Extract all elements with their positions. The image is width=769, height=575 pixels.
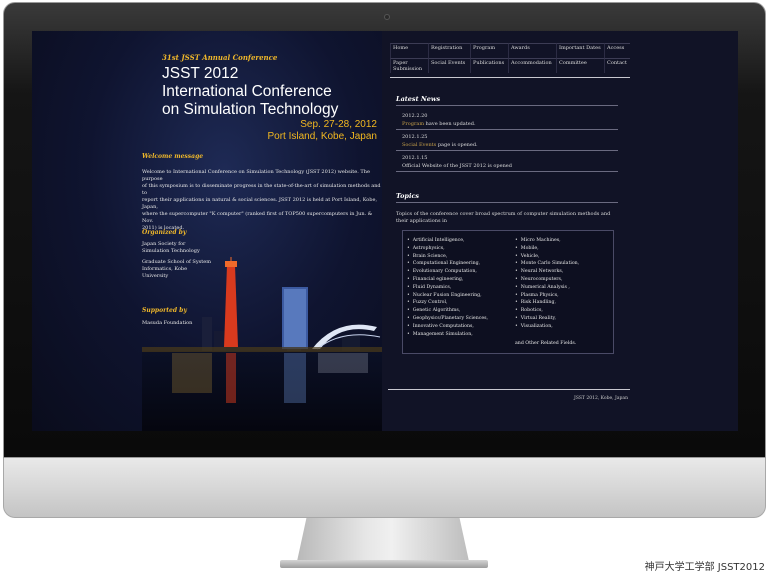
news-divider	[396, 129, 618, 130]
topic-item: Risk Handling,	[515, 299, 579, 307]
welcome-line: where the supercomputer "K computer" (ra…	[142, 211, 373, 224]
news-divider	[396, 105, 618, 106]
annual-label: 31st JSST Annual Conference	[162, 53, 278, 62]
nav-access[interactable]: Access	[604, 43, 630, 58]
topic-item: Brain Science,	[407, 253, 488, 261]
topic-item: Numerical Analysis ,	[515, 284, 579, 292]
topic-item: Monte Carlo Simulation,	[515, 260, 579, 268]
topic-item: Astrophysics,	[407, 245, 488, 253]
news-divider	[396, 150, 618, 151]
welcome-line: Welcome to International Conference on S…	[142, 169, 370, 182]
welcome-line: of this symposium is to disseminate prog…	[142, 183, 381, 196]
camera-icon	[384, 14, 390, 20]
nav-important-dates[interactable]: Important Dates	[556, 43, 604, 58]
monitor-stand-base	[280, 560, 488, 568]
footer-divider	[388, 389, 630, 390]
conference-date: Sep. 27-28, 2012	[300, 119, 377, 130]
nav-divider	[390, 77, 630, 78]
topics-list: Artificial Intelligence, Astrophysics, B…	[402, 230, 614, 354]
topic-item: Geophysics/Planetary Sciences,	[407, 315, 488, 323]
topic-item: Nuclear Fusion Engineering,	[407, 292, 488, 300]
conference-title: JSST 2012 International Conference on Si…	[162, 65, 377, 119]
main-nav: Home Registration Program Awards Importa…	[390, 43, 630, 73]
news-item: Official Website of the JSST 2012 is ope…	[402, 163, 512, 169]
monitor-stand	[296, 518, 470, 566]
nav-contact[interactable]: Contact	[604, 58, 630, 73]
hero-panel: 31st JSST Annual Conference JSST 2012 In…	[32, 31, 382, 431]
nav-accommodation[interactable]: Accommodation	[508, 58, 556, 73]
news-date: 2012.1.25	[402, 134, 428, 140]
topic-item: Genetic Algorithms,	[407, 307, 488, 315]
topic-item: Management Simulation,	[407, 331, 488, 339]
welcome-heading: Welcome message	[142, 153, 204, 160]
topic-item: Fluid Dynamics,	[407, 284, 488, 292]
topic-item: Computational Engineering,	[407, 260, 488, 268]
news-date: 2012.2.20	[402, 113, 428, 119]
title-line: JSST 2012	[162, 65, 239, 82]
topics-intro: Topics of the conference cover broad spe…	[396, 211, 611, 224]
website-screen: 31st JSST Annual Conference JSST 2012 In…	[32, 31, 738, 431]
topic-item: Neural Networks,	[515, 268, 579, 276]
kobe-port-illustration	[142, 257, 382, 431]
news-item: Program have been updated.	[402, 121, 476, 127]
nav-home[interactable]: Home	[390, 43, 428, 58]
title-line: on Simulation Technology	[162, 101, 339, 118]
topic-item: Neurocomputers,	[515, 276, 579, 284]
news-link-program[interactable]: Program	[402, 121, 424, 127]
topic-item: Evolutionary Computation,	[407, 268, 488, 276]
content-panel: Home Registration Program Awards Importa…	[382, 31, 738, 431]
monitor: 神戸大学工学部 JSST2012 31st JSST Annual Confer…	[0, 0, 769, 575]
nav-paper-submission[interactable]: Paper Submission	[390, 58, 428, 73]
topic-item: Robotics,	[515, 307, 579, 315]
topic-item: Fuzzy Control,	[407, 299, 488, 307]
footer-text: JSST 2012, Kobe, Japan	[574, 396, 628, 401]
topic-item: Virtual Reality,	[515, 315, 579, 323]
topic-item: Plasma Physics,	[515, 292, 579, 300]
nav-publications[interactable]: Publications	[470, 58, 508, 73]
title-line: International Conference	[162, 83, 332, 100]
news-text: Official Website of the JSST 2012 is ope…	[402, 163, 512, 169]
organized-heading: Organized by	[142, 229, 187, 236]
news-divider	[396, 171, 618, 172]
topic-item: Visualization,	[515, 323, 579, 331]
welcome-text: Welcome to International Conference on S…	[142, 169, 382, 232]
nav-awards[interactable]: Awards	[508, 43, 556, 58]
news-text: have been updated.	[424, 121, 476, 127]
other-fields: and Other Related Fields.	[515, 341, 577, 346]
monitor-chin	[3, 458, 766, 518]
topics-column-2: Micro Machines, Mobile, Vehicle, Monte C…	[515, 237, 579, 331]
latest-news-heading: Latest News	[396, 95, 441, 103]
welcome-line: report their applications in natural & s…	[142, 197, 378, 210]
topics-divider	[396, 202, 618, 203]
news-date: 2012.1.15	[402, 155, 428, 161]
topics-column-1: Artificial Intelligence, Astrophysics, B…	[407, 237, 488, 338]
topic-item: Micro Machines,	[515, 237, 579, 245]
topic-item: Mobile,	[515, 245, 579, 253]
topic-item: Innovative Computations,	[407, 323, 488, 331]
nav-committee[interactable]: Committee	[556, 58, 604, 73]
news-item: Social Events page is opened.	[402, 142, 478, 148]
conference-header: 31st JSST Annual Conference JSST 2012 In…	[162, 53, 377, 143]
news-text: page is opened.	[436, 142, 478, 148]
organizer-line: Simulation Technology	[142, 248, 200, 254]
topic-item: Financial egineering,	[407, 276, 488, 284]
topic-item: Vehicle,	[515, 253, 579, 261]
topics-heading: Topics	[396, 192, 420, 200]
nav-registration[interactable]: Registration	[428, 43, 470, 58]
news-link-social-events[interactable]: Social Events	[402, 142, 436, 148]
nav-program[interactable]: Program	[470, 43, 508, 58]
conference-place: Port Island, Kobe, Japan	[267, 131, 377, 142]
image-caption: 神戸大学工学部 JSST2012	[644, 562, 765, 573]
topic-item: Artificial Intelligence,	[407, 237, 488, 245]
organizer-line: Japan Society for	[142, 241, 186, 247]
nav-social-events[interactable]: Social Events	[428, 58, 470, 73]
